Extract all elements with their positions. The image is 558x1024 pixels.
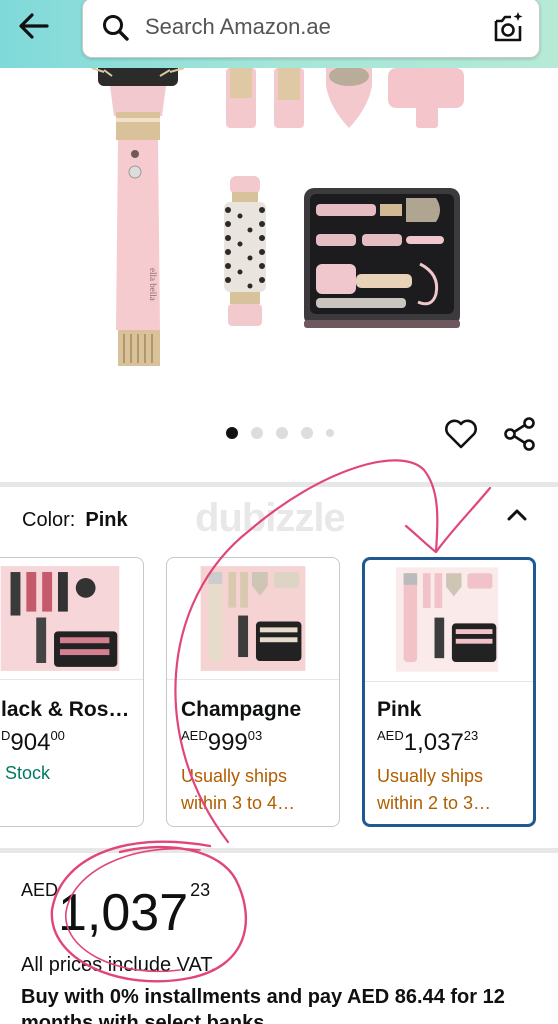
variant-thumbnail bbox=[167, 566, 339, 680]
variant-price-fraction: 00 bbox=[50, 728, 65, 743]
gallery-pagination bbox=[226, 427, 334, 439]
annotation-arrowhead bbox=[404, 486, 492, 554]
product-page: Search Amazon.ae ella bella dubizzle Col… bbox=[0, 0, 558, 1024]
installments-offer[interactable]: Buy with 0% installments and pay AED 86.… bbox=[21, 984, 541, 1024]
storage-case bbox=[304, 188, 460, 328]
product-price: AED1,037 23 bbox=[21, 880, 210, 943]
section-divider bbox=[0, 482, 558, 487]
variant-price-whole: 999 bbox=[207, 729, 248, 756]
search-input[interactable]: Search Amazon.ae bbox=[82, 0, 540, 58]
variant-thumbnail bbox=[365, 567, 533, 682]
price-currency: AED bbox=[21, 880, 59, 900]
search-icon bbox=[103, 15, 129, 41]
variant-thumbnail bbox=[0, 566, 143, 680]
variant-price-whole: 904 bbox=[10, 729, 51, 756]
variant-name: lack & Ros… bbox=[1, 698, 130, 721]
variant-name: Pink bbox=[377, 698, 422, 721]
variant-name: Champagne bbox=[181, 698, 302, 721]
variant-card-champagne[interactable]: Champagne AED99903 Usually ships within … bbox=[166, 557, 340, 827]
chevron-up-icon[interactable] bbox=[504, 502, 530, 528]
arrow-left-icon bbox=[19, 13, 49, 39]
variant-card-pink[interactable]: Pink AED1,03723 Usually ships within 2 t… bbox=[362, 557, 536, 827]
variant-availability: Stock bbox=[5, 763, 51, 783]
back-button[interactable] bbox=[12, 8, 56, 44]
brand-text: ella bella bbox=[148, 268, 158, 301]
variant-price: D90400 bbox=[1, 728, 65, 757]
vat-note: All prices include VAT. bbox=[21, 954, 216, 976]
color-selector-label: Color: Pink bbox=[22, 509, 128, 532]
product-image[interactable]: ella bella bbox=[0, 68, 558, 408]
variant-price-fraction: 03 bbox=[247, 728, 263, 743]
variant-price-whole: 1,037 bbox=[403, 729, 464, 756]
pagination-dot[interactable] bbox=[301, 427, 313, 439]
color-label: Color: bbox=[22, 509, 76, 531]
selected-color: Pink bbox=[85, 509, 128, 531]
search-placeholder: Search Amazon.ae bbox=[145, 14, 331, 39]
variant-shipping: Usually ships within 2 to 3… bbox=[377, 766, 492, 813]
hair-dryer-brush: ella bella bbox=[91, 68, 185, 366]
variant-price-fraction: 23 bbox=[463, 728, 479, 743]
pagination-dot-active[interactable] bbox=[226, 427, 238, 439]
attachments-row bbox=[226, 68, 464, 128]
variant-price: AED99903 bbox=[181, 728, 262, 757]
heart-icon[interactable] bbox=[444, 418, 478, 450]
price-fraction: 23 bbox=[190, 880, 211, 900]
watermark: dubizzle bbox=[195, 496, 346, 540]
pagination-dot[interactable] bbox=[326, 429, 334, 437]
round-brush bbox=[224, 176, 266, 326]
price-whole: 1,037 bbox=[58, 884, 189, 942]
camera-search-icon[interactable] bbox=[491, 10, 525, 44]
variant-currency: D bbox=[1, 728, 11, 743]
variant-shipping: Usually ships within 3 to 4… bbox=[181, 766, 296, 813]
share-icon[interactable] bbox=[502, 416, 538, 452]
variant-card-black-rose[interactable]: lack & Ros… D90400 Stock bbox=[0, 557, 144, 827]
top-bar: Search Amazon.ae bbox=[0, 0, 558, 68]
variant-currency: AED bbox=[181, 728, 208, 743]
variant-price: AED1,03723 bbox=[377, 728, 478, 757]
section-divider bbox=[0, 848, 558, 853]
variant-currency: AED bbox=[377, 728, 404, 743]
pagination-dot[interactable] bbox=[251, 427, 263, 439]
pagination-dot[interactable] bbox=[276, 427, 288, 439]
